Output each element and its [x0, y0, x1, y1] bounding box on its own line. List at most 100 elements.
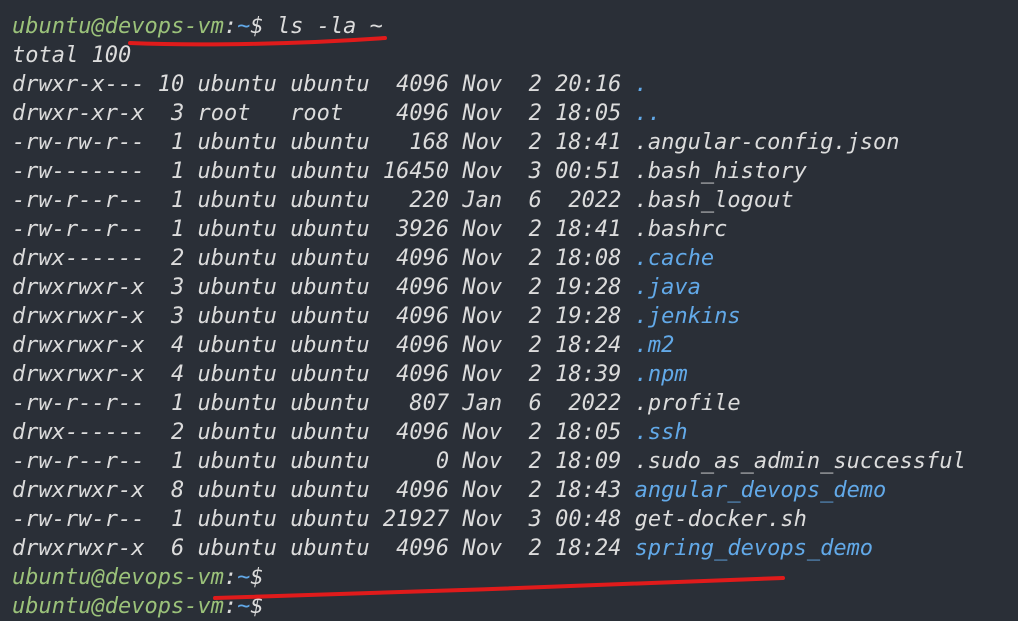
listing-row: -rw-r--r-- 1 ubuntu ubuntu 807 Jan 6 202…: [12, 389, 1018, 418]
month: Nov: [462, 449, 503, 474]
prompt-separator: :: [223, 594, 238, 619]
time-or-year: 2022: [555, 188, 622, 213]
listing-row: drwxr-x--- 10 ubuntu ubuntu 4096 Nov 2 2…: [12, 70, 1018, 99]
link-count: 1: [157, 188, 185, 213]
listing-row: drwxrwxr-x 3 ubuntu ubuntu 4096 Nov 2 19…: [12, 302, 1018, 331]
file-name: .bash_history: [634, 159, 807, 184]
listing-row: -rw-r--r-- 1 ubuntu ubuntu 220 Jan 6 202…: [12, 186, 1018, 215]
prompt-line[interactable]: ubuntu@devops-vm:~$: [12, 563, 1018, 592]
owner: ubuntu: [197, 246, 277, 271]
link-count: 2: [157, 246, 185, 271]
time-or-year: 18:41: [555, 130, 622, 155]
time-or-year: 2022: [555, 391, 622, 416]
directory-name: .ssh: [634, 420, 688, 445]
link-count: 6: [157, 536, 185, 561]
day: 2: [515, 478, 542, 503]
month: Nov: [462, 420, 503, 445]
month: Nov: [462, 333, 503, 358]
prompt-symbol: $: [250, 14, 264, 39]
file-size: 4096: [382, 275, 450, 300]
month: Jan: [462, 391, 503, 416]
time-or-year: 18:09: [555, 449, 622, 474]
prompt-path: ~: [237, 565, 251, 590]
file-name: .profile: [634, 391, 741, 416]
month: Nov: [462, 246, 503, 271]
file-size: 4096: [382, 304, 450, 329]
group: ubuntu: [290, 275, 370, 300]
group: ubuntu: [290, 449, 370, 474]
directory-name: spring_devops_demo: [634, 536, 874, 561]
day: 2: [515, 304, 542, 329]
listing-row: drwx------ 2 ubuntu ubuntu 4096 Nov 2 18…: [12, 418, 1018, 447]
file-size: 21927: [382, 507, 450, 532]
link-count: 4: [157, 333, 185, 358]
group: ubuntu: [290, 420, 370, 445]
file-name: .angular-config.json: [634, 130, 900, 155]
permissions: -rw-r--r--: [12, 217, 145, 242]
permissions: drwxrwxr-x: [12, 333, 145, 358]
day: 2: [515, 275, 542, 300]
group: ubuntu: [290, 72, 370, 97]
prompt-separator: :: [223, 565, 238, 590]
permissions: drwxrwxr-x: [12, 362, 145, 387]
group: ubuntu: [290, 478, 370, 503]
link-count: 1: [157, 130, 185, 155]
owner: ubuntu: [197, 159, 277, 184]
listing-row: drwxrwxr-x 8 ubuntu ubuntu 4096 Nov 2 18…: [12, 476, 1018, 505]
link-count: 1: [157, 449, 185, 474]
permissions: -rw-rw-r--: [12, 130, 145, 155]
permissions: -rw-r--r--: [12, 391, 145, 416]
group: root: [290, 101, 370, 126]
time-or-year: 18:05: [555, 101, 622, 126]
link-count: 3: [157, 275, 185, 300]
owner: ubuntu: [197, 130, 277, 155]
command-text: ls -la ~: [263, 14, 383, 39]
group: ubuntu: [290, 188, 370, 213]
link-count: 10: [157, 72, 185, 97]
listing-row: drwxr-xr-x 3 root root 4096 Nov 2 18:05 …: [12, 99, 1018, 128]
group: ubuntu: [290, 217, 370, 242]
directory-name: .jenkins: [634, 304, 741, 329]
owner: ubuntu: [197, 478, 277, 503]
file-size: 4096: [382, 362, 450, 387]
permissions: -rw-r--r--: [12, 188, 145, 213]
permissions: drwxr-xr-x: [12, 101, 145, 126]
group: ubuntu: [290, 507, 370, 532]
directory-name: .: [634, 72, 648, 97]
file-size: 3926: [382, 217, 450, 242]
owner: ubuntu: [197, 217, 277, 242]
file-name: .sudo_as_admin_successful: [634, 449, 966, 474]
link-count: 3: [157, 101, 185, 126]
link-count: 1: [157, 391, 185, 416]
terminal-output: ubuntu@devops-vm:~$ ls -la ~ total 100 drw…: [12, 12, 1018, 621]
file-size: 4096: [382, 72, 450, 97]
prompt-user-host: ubuntu@devops-vm: [12, 14, 224, 39]
time-or-year: 18:24: [555, 333, 622, 358]
prompt-line[interactable]: ubuntu@devops-vm:~$: [12, 592, 1018, 621]
month: Nov: [462, 217, 503, 242]
time-or-year: 18:08: [555, 246, 622, 271]
month: Nov: [462, 304, 503, 329]
time-or-year: 18:41: [555, 217, 622, 242]
terminal-window[interactable]: ubuntu@devops-vm:~$ ls -la ~ total 100 drw…: [0, 0, 1018, 621]
time-or-year: 20:16: [555, 72, 622, 97]
day: 2: [515, 130, 542, 155]
directory-name: .m2: [634, 333, 675, 358]
prompt-user-host: ubuntu@devops-vm: [12, 594, 224, 619]
group: ubuntu: [290, 159, 370, 184]
link-count: 2: [157, 420, 185, 445]
prompt-path: ~: [237, 14, 251, 39]
listing-row: drwxrwxr-x 3 ubuntu ubuntu 4096 Nov 2 19…: [12, 273, 1018, 302]
time-or-year: 18:05: [555, 420, 622, 445]
file-size: 807: [382, 391, 450, 416]
owner: ubuntu: [197, 391, 277, 416]
permissions: drwxr-x---: [12, 72, 145, 97]
permissions: -rw-rw-r--: [12, 507, 145, 532]
group: ubuntu: [290, 304, 370, 329]
time-or-year: 19:28: [555, 304, 622, 329]
time-or-year: 00:48: [555, 507, 622, 532]
time-or-year: 19:28: [555, 275, 622, 300]
prompt-line[interactable]: ubuntu@devops-vm:~$ ls -la ~: [12, 12, 1018, 41]
directory-name: .npm: [634, 362, 688, 387]
prompt-user-host: ubuntu@devops-vm: [12, 565, 224, 590]
